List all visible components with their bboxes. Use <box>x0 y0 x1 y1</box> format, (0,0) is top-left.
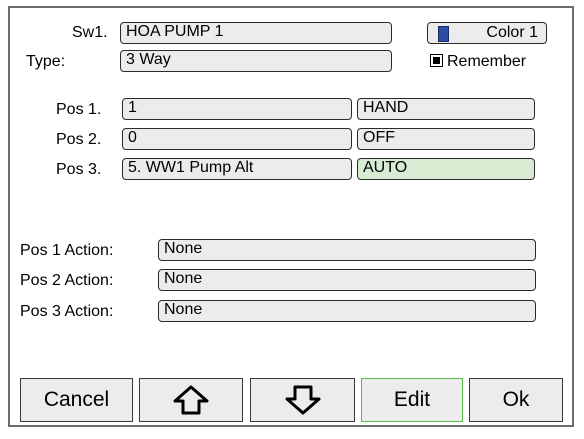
pos-2-state-field[interactable]: OFF <box>357 128 535 150</box>
arrow-up-icon <box>171 384 211 416</box>
pos-1-state-field[interactable]: HAND <box>357 98 535 120</box>
type-label: Type: <box>26 53 66 70</box>
move-down-button[interactable] <box>250 378 355 422</box>
pos-3-value-field[interactable]: 5. WW1 Pump Alt <box>122 158 352 180</box>
cancel-button[interactable]: Cancel <box>20 378 133 422</box>
remember-label: Remember <box>447 53 527 70</box>
move-up-button[interactable] <box>139 378 243 422</box>
ok-button[interactable]: Ok <box>469 378 563 422</box>
pos-1-action-field[interactable]: None <box>158 239 536 261</box>
switch-config-panel: Sw1. HOA PUMP 1 Color 1 Type: 3 Way Reme… <box>8 6 574 427</box>
switch-name-field[interactable]: HOA PUMP 1 <box>120 22 392 44</box>
pos-3-action-label: Pos 3 Action: <box>20 303 114 320</box>
pos-2-action-label: Pos 2 Action: <box>20 272 114 289</box>
pos-1-value-field[interactable]: 1 <box>122 98 352 120</box>
type-field[interactable]: 3 Way <box>120 50 392 72</box>
switch-label: Sw1. <box>72 24 108 41</box>
pos-3-label: Pos 3. <box>56 161 102 178</box>
pos-2-action-field[interactable]: None <box>158 269 536 291</box>
pos-1-action-label: Pos 1 Action: <box>20 242 114 259</box>
remember-checkbox[interactable] <box>430 54 443 67</box>
color-label: Color 1 <box>486 24 538 41</box>
pos-3-state-field[interactable]: AUTO <box>357 158 535 180</box>
color-selector[interactable]: Color 1 <box>427 22 547 44</box>
edit-button[interactable]: Edit <box>361 378 463 422</box>
pos-3-action-field[interactable]: None <box>158 300 536 322</box>
arrow-down-icon <box>283 384 323 416</box>
color-swatch <box>438 26 449 42</box>
checkbox-mark-icon <box>433 57 440 64</box>
pos-1-label: Pos 1. <box>56 101 102 118</box>
pos-2-value-field[interactable]: 0 <box>122 128 352 150</box>
pos-2-label: Pos 2. <box>56 131 102 148</box>
